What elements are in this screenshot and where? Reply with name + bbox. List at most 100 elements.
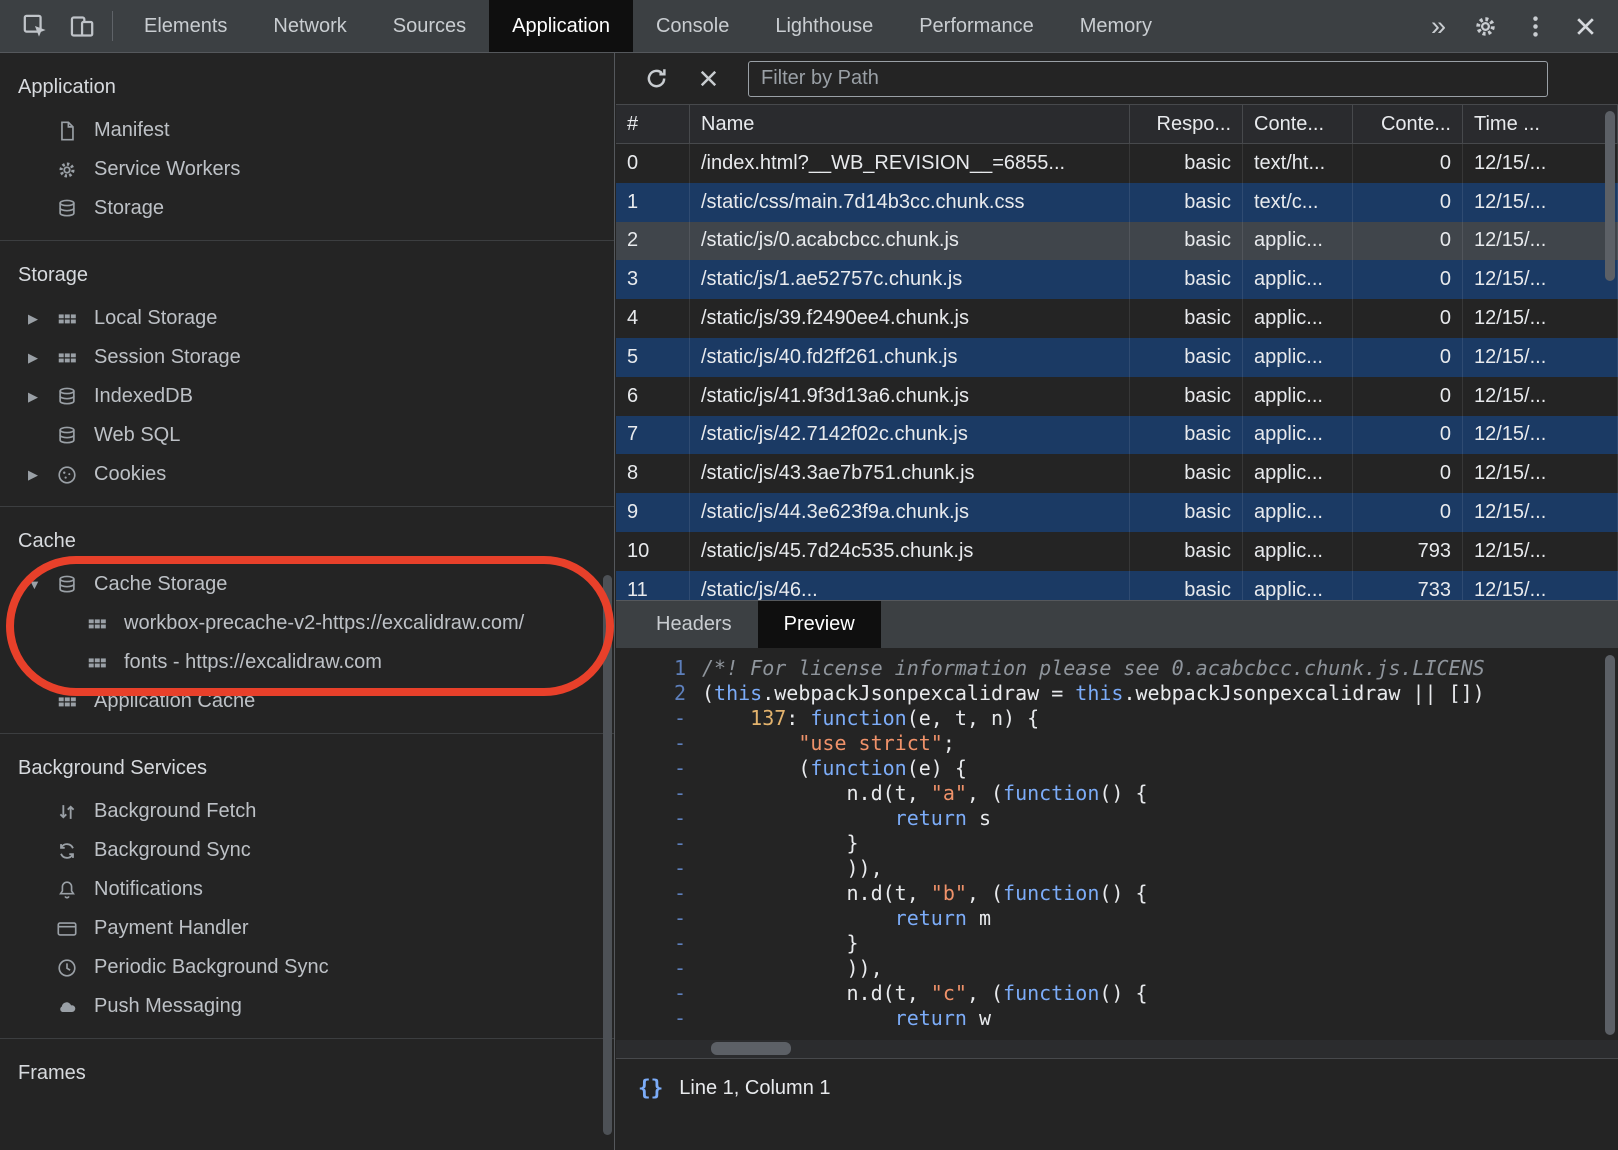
tab-application[interactable]: Application xyxy=(489,0,633,52)
column-header-name[interactable]: Name xyxy=(690,105,1130,143)
storage-database-icon xyxy=(56,386,82,408)
sidebar-item-cookies[interactable]: ▶Cookies xyxy=(0,455,614,494)
table-grid-icon xyxy=(86,613,112,635)
tab-console[interactable]: Console xyxy=(633,0,752,52)
code-line: - n.d(t, "c", (function() { xyxy=(616,981,1618,1006)
tab-headers[interactable]: Headers xyxy=(630,601,758,648)
section-title: Application xyxy=(0,63,614,111)
line-number: - xyxy=(616,781,702,806)
inspect-element-button[interactable] xyxy=(12,0,58,52)
cache-row[interactable]: 6/static/js/41.9f3d13a6.chunk.jsbasicapp… xyxy=(616,377,1618,416)
tab-elements[interactable]: Elements xyxy=(121,0,250,52)
sidebar-item-web-sql[interactable]: Web SQL xyxy=(0,416,614,455)
tab-sources[interactable]: Sources xyxy=(370,0,489,52)
cell-index: 2 xyxy=(616,222,690,261)
cell-name: /static/js/45.7d24c535.chunk.js xyxy=(690,532,1130,571)
sidebar-item-background-fetch[interactable]: Background Fetch xyxy=(0,792,614,831)
device-toolbar-icon xyxy=(68,13,95,40)
expand-arrow-icon[interactable]: ▶ xyxy=(28,389,56,405)
sidebar-scrollbar[interactable] xyxy=(603,575,612,1135)
cache-row[interactable]: 10/static/js/45.7d24c535.chunk.jsbasicap… xyxy=(616,532,1618,571)
table-scrollbar[interactable] xyxy=(1605,111,1615,281)
sidebar-item-service-workers[interactable]: Service Workers xyxy=(0,150,614,189)
cell-name: /static/css/main.7d14b3cc.chunk.css xyxy=(690,183,1130,222)
cell-content-length: 0 xyxy=(1353,493,1463,532)
table-grid-icon xyxy=(86,652,112,674)
refresh-icon xyxy=(643,65,670,92)
column-header-response-type[interactable]: Respo... xyxy=(1130,105,1243,143)
sidebar-item-label: Manifest xyxy=(94,119,170,142)
cell-name: /static/js/1.ae52757c.chunk.js xyxy=(690,260,1130,299)
tab-performance[interactable]: Performance xyxy=(896,0,1057,52)
more-tabs-icon[interactable]: » xyxy=(1419,11,1458,42)
cache-row[interactable]: 1/static/css/main.7d14b3cc.chunk.cssbasi… xyxy=(616,183,1618,222)
sidebar-section-frames: Frames xyxy=(0,1039,614,1109)
cache-row[interactable]: 2/static/js/0.acabcbcc.chunk.jsbasicappl… xyxy=(616,222,1618,261)
column-header-index[interactable]: # xyxy=(616,105,690,143)
refresh-button[interactable] xyxy=(632,56,680,102)
code-line: - (function(e) { xyxy=(616,756,1618,781)
column-header-time[interactable]: Time ... xyxy=(1463,105,1618,143)
tab-preview[interactable]: Preview xyxy=(758,601,881,648)
table-grid-icon xyxy=(56,347,82,369)
sidebar-item-fonts-https-excalidraw-com[interactable]: fonts - https://excalidraw.com xyxy=(0,643,614,682)
settings-button[interactable] xyxy=(1462,0,1508,52)
tab-lighthouse[interactable]: Lighthouse xyxy=(752,0,896,52)
tab-memory[interactable]: Memory xyxy=(1057,0,1175,52)
cache-row[interactable]: 9/static/js/44.3e623f9a.chunk.jsbasicapp… xyxy=(616,493,1618,532)
sidebar-item-background-sync[interactable]: Background Sync xyxy=(0,831,614,870)
tab-network[interactable]: Network xyxy=(250,0,369,52)
sidebar-item-manifest[interactable]: Manifest xyxy=(0,111,614,150)
sidebar-item-payment-handler[interactable]: Payment Handler xyxy=(0,909,614,948)
cache-row[interactable]: 3/static/js/1.ae52757c.chunk.jsbasicappl… xyxy=(616,260,1618,299)
close-devtools-button[interactable] xyxy=(1562,0,1608,52)
code-preview[interactable]: 1/*! For license information please see … xyxy=(616,648,1618,1058)
sidebar-item-cache-storage[interactable]: ▼Cache Storage xyxy=(0,565,614,604)
delete-selected-button[interactable] xyxy=(684,56,732,102)
line-number: - xyxy=(616,931,702,956)
clear-x-icon xyxy=(695,65,722,92)
sidebar-item-notifications[interactable]: Notifications xyxy=(0,870,614,909)
sidebar-item-periodic-background-sync[interactable]: Periodic Background Sync xyxy=(0,948,614,987)
device-toolbar-button[interactable] xyxy=(58,0,104,52)
expand-arrow-icon[interactable]: ▶ xyxy=(28,350,56,366)
sidebar-item-application-cache[interactable]: Application Cache xyxy=(0,682,614,721)
cell-response-type: basic xyxy=(1130,183,1243,222)
filter-by-path-input[interactable] xyxy=(748,61,1548,97)
code-line: - )), xyxy=(616,956,1618,981)
sidebar-item-local-storage[interactable]: ▶Local Storage xyxy=(0,299,614,338)
line-number: - xyxy=(616,831,702,856)
cell-index: 10 xyxy=(616,532,690,571)
column-header-content-type[interactable]: Conte... xyxy=(1243,105,1353,143)
expand-arrow-icon[interactable]: ▶ xyxy=(28,467,56,483)
cache-row[interactable]: 0/index.html?__WB_REVISION__=6855...basi… xyxy=(616,144,1618,183)
storage-database-icon xyxy=(56,574,82,596)
sidebar-item-push-messaging[interactable]: Push Messaging xyxy=(0,987,614,1026)
code-scrollbar[interactable] xyxy=(1605,655,1615,1035)
sidebar-item-session-storage[interactable]: ▶Session Storage xyxy=(0,338,614,377)
manifest-file-icon xyxy=(56,120,82,142)
collapse-arrow-icon[interactable]: ▼ xyxy=(28,577,56,592)
cell-response-type: basic xyxy=(1130,571,1243,600)
line-number: - xyxy=(616,756,702,781)
cache-row[interactable]: 7/static/js/42.7142f02c.chunk.jsbasicapp… xyxy=(616,416,1618,455)
status-bar: {} Line 1, Column 1 xyxy=(616,1058,1618,1150)
line-number: - xyxy=(616,906,702,931)
cell-response-type: basic xyxy=(1130,222,1243,261)
cache-row[interactable]: 8/static/js/43.3ae7b751.chunk.jsbasicapp… xyxy=(616,454,1618,493)
cache-row[interactable]: 11/static/js/46...basicapplic...73312/15… xyxy=(616,571,1618,600)
column-header-content-length[interactable]: Conte... xyxy=(1353,105,1463,143)
sidebar-item-indexeddb[interactable]: ▶IndexedDB xyxy=(0,377,614,416)
sidebar-item-storage[interactable]: Storage xyxy=(0,189,614,228)
cell-time: 12/15/... xyxy=(1463,493,1618,532)
cache-row[interactable]: 4/static/js/39.f2490ee4.chunk.jsbasicapp… xyxy=(616,299,1618,338)
sidebar-item-label: Notifications xyxy=(94,878,203,901)
expand-arrow-icon[interactable]: ▶ xyxy=(28,311,56,327)
cache-row[interactable]: 5/static/js/40.fd2ff261.chunk.jsbasicapp… xyxy=(616,338,1618,377)
sidebar-item-workbox-precache-v2-https-excalidraw-com[interactable]: workbox-precache-v2-https://excalidraw.c… xyxy=(0,604,614,643)
kebab-menu-button[interactable] xyxy=(1512,0,1558,52)
line-number: - xyxy=(616,981,702,1006)
toolbar-right-icons: » xyxy=(1419,0,1618,52)
clock-icon xyxy=(56,957,82,979)
code-horizontal-scrollbar[interactable] xyxy=(711,1042,791,1055)
